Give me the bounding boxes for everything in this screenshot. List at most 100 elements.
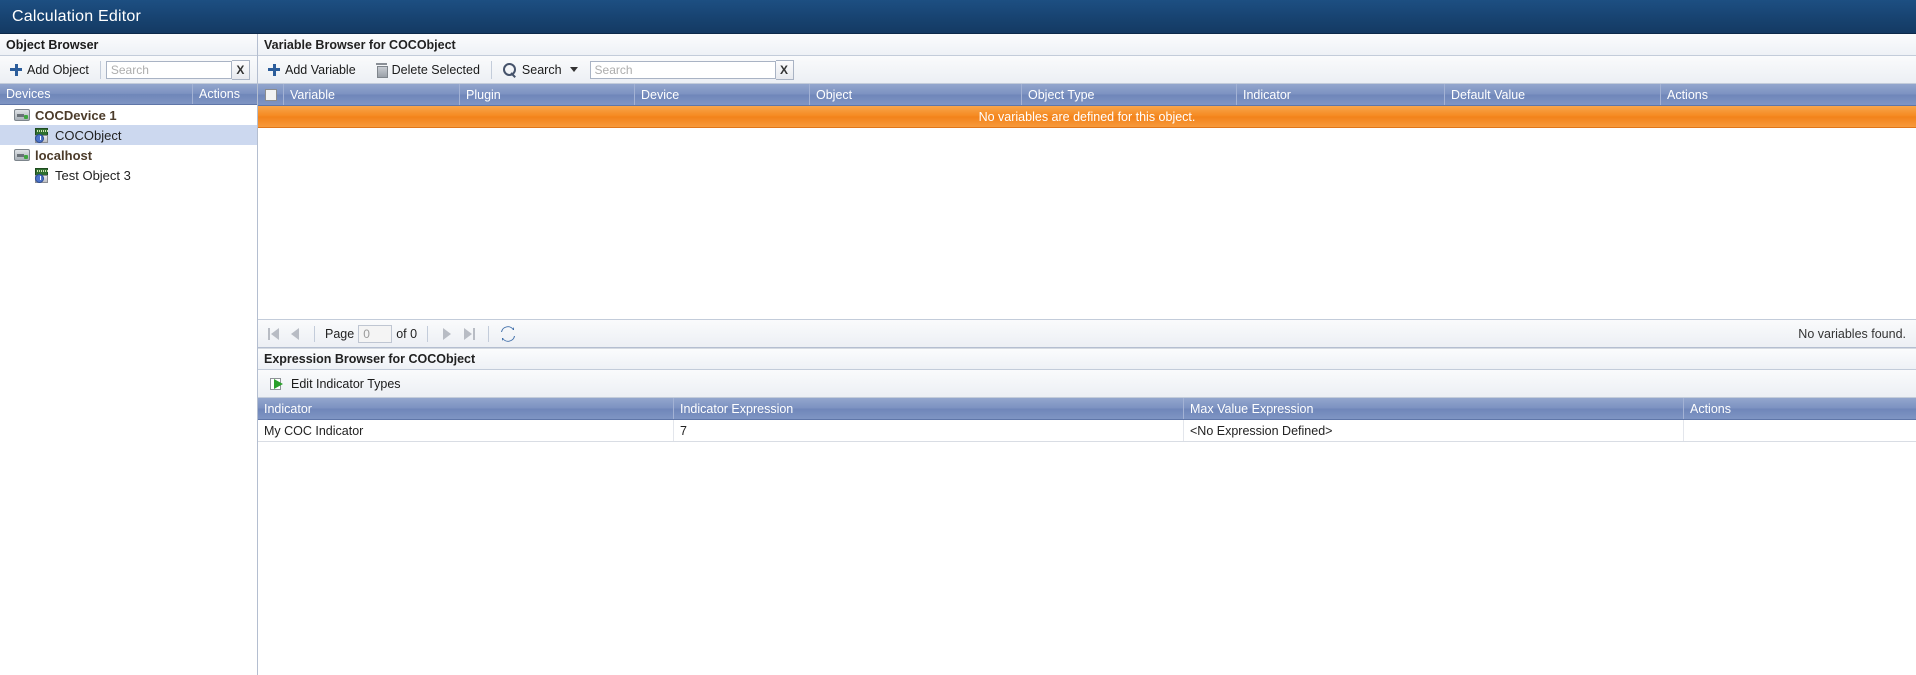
add-object-button[interactable]: Add Object — [4, 61, 95, 79]
tree-item-label: COCDevice 1 — [35, 107, 117, 123]
add-variable-label: Add Variable — [285, 62, 356, 77]
column-header-device[interactable]: Device — [635, 84, 810, 105]
column-header-variable[interactable]: Variable — [284, 84, 460, 105]
window-titlebar: Calculation Editor — [0, 0, 1916, 34]
pager-separator — [427, 325, 429, 342]
variable-search-input[interactable] — [589, 60, 776, 79]
tree-item-cocobject[interactable]: COCObject — [0, 125, 257, 145]
add-variable-button[interactable]: Add Variable — [262, 61, 362, 79]
tree-item-label: localhost — [35, 147, 93, 163]
column-header-object[interactable]: Object — [810, 84, 1022, 105]
main-content: Object Browser Add Object X Devices Acti… — [0, 34, 1916, 675]
column-header-max-value-expression[interactable]: Max Value Expression — [1184, 398, 1684, 419]
tree-item-cocdevice-1[interactable]: COCDevice 1 — [0, 105, 257, 125]
window-title: Calculation Editor — [12, 7, 141, 25]
refresh-button[interactable] — [499, 325, 517, 343]
next-page-icon — [443, 327, 452, 340]
checkbox-icon[interactable] — [264, 88, 277, 101]
column-header-plugin[interactable]: Plugin — [460, 84, 635, 105]
right-panel: Variable Browser for COCObject Add Varia… — [258, 34, 1916, 675]
last-page-button[interactable] — [460, 325, 478, 343]
plus-icon — [10, 63, 22, 76]
column-header-object-type[interactable]: Object Type — [1022, 84, 1237, 105]
plus-icon — [268, 63, 280, 76]
last-page-icon — [463, 327, 472, 340]
search-icon — [502, 62, 517, 77]
select-all-header[interactable] — [258, 84, 284, 105]
tree-item-localhost[interactable]: localhost — [0, 145, 257, 165]
device-tree: COCDevice 1 COCObject localhost Test Obj… — [0, 105, 257, 675]
cell-indicator-expression: 7 — [674, 420, 1184, 441]
expression-table-header: Indicator Indicator Expression Max Value… — [258, 398, 1916, 420]
delete-selected-label: Delete Selected — [391, 62, 480, 77]
column-header-indicator-expression[interactable]: Indicator Expression — [674, 398, 1184, 419]
object-browser-title: Object Browser — [6, 37, 99, 52]
device-icon — [14, 109, 30, 121]
chevron-down-icon — [569, 67, 578, 72]
variable-browser-panel: Variable Browser for COCObject Add Varia… — [258, 34, 1916, 348]
object-search-clear-button[interactable]: X — [231, 59, 250, 80]
no-variables-banner: No variables are defined for this object… — [258, 106, 1916, 128]
expression-browser-panel: Expression Browser for COCObject Edit In… — [258, 348, 1916, 675]
variable-search-group: X — [589, 59, 794, 80]
pager-separator — [488, 325, 490, 342]
tree-item-test-object-3[interactable]: Test Object 3 — [0, 165, 257, 185]
column-header-actions[interactable]: Actions — [1684, 398, 1916, 419]
search-dropdown-label: Search — [521, 62, 562, 77]
next-page-button[interactable] — [438, 325, 456, 343]
pager-status: No variables found. — [1798, 326, 1906, 341]
cell-indicator: My COC Indicator — [258, 420, 674, 441]
expression-browser-title: Expression Browser for COCObject — [264, 352, 476, 366]
object-search-input[interactable] — [105, 60, 232, 79]
object-browser-header: Object Browser — [0, 34, 257, 56]
device-icon — [14, 149, 30, 161]
tree-item-label: COCObject — [55, 127, 122, 143]
toolbar-separator — [99, 60, 101, 79]
variable-table-body — [258, 128, 1916, 319]
first-page-icon — [270, 327, 279, 340]
variable-table-header: Variable Plugin Device Object Object Typ… — [258, 84, 1916, 106]
cell-max-value-expression: <No Expression Defined> — [1184, 420, 1684, 441]
object-search-group: X — [105, 59, 250, 80]
variable-search-clear-button[interactable]: X — [775, 59, 794, 80]
toolbar-separator — [490, 60, 492, 79]
expression-table-body: My COC Indicator 7 <No Expression Define… — [258, 420, 1916, 675]
refresh-icon — [501, 325, 516, 342]
delete-selected-button[interactable]: Delete Selected — [370, 61, 486, 79]
pager-separator — [314, 325, 315, 342]
trash-icon — [375, 63, 388, 78]
edit-indicator-types-icon — [270, 377, 286, 391]
cell-actions[interactable] — [1684, 420, 1916, 441]
table-row[interactable]: My COC Indicator 7 <No Expression Define… — [258, 420, 1916, 442]
object-icon — [34, 127, 50, 143]
expression-browser-toolbar: Edit Indicator Types — [258, 370, 1916, 398]
column-header-default-value[interactable]: Default Value — [1445, 84, 1661, 105]
object-browser-toolbar: Add Object X — [0, 56, 257, 84]
object-browser-panel: Object Browser Add Object X Devices Acti… — [0, 34, 258, 675]
tree-item-label: Test Object 3 — [55, 167, 131, 183]
object-grid-header: Devices Actions — [0, 84, 257, 105]
column-header-devices[interactable]: Devices — [0, 84, 193, 104]
column-header-indicator[interactable]: Indicator — [1237, 84, 1445, 105]
column-header-actions[interactable]: Actions — [1661, 84, 1916, 105]
previous-page-button[interactable] — [286, 325, 304, 343]
page-total-label: of 0 — [396, 326, 418, 341]
pager-controls: Page of 0 — [264, 324, 517, 343]
page-number-input[interactable] — [358, 324, 393, 343]
edit-indicator-types-label: Edit Indicator Types — [291, 376, 401, 391]
edit-indicator-types-button[interactable]: Edit Indicator Types — [264, 375, 407, 393]
first-page-button[interactable] — [264, 325, 282, 343]
previous-page-icon — [291, 327, 299, 340]
column-header-actions[interactable]: Actions — [193, 84, 257, 104]
variable-browser-header: Variable Browser for COCObject — [258, 34, 1916, 56]
variable-browser-title: Variable Browser for COCObject — [264, 37, 456, 52]
search-dropdown-button[interactable]: Search — [497, 61, 584, 79]
variable-browser-toolbar: Add Variable Delete Selected Search X — [258, 56, 1916, 84]
page-label: Page — [325, 326, 355, 341]
add-object-label: Add Object — [27, 62, 89, 77]
variable-pager: Page of 0 — [258, 319, 1916, 347]
column-header-indicator[interactable]: Indicator — [258, 398, 674, 419]
object-icon — [34, 167, 50, 183]
no-variables-message: No variables are defined for this object… — [978, 109, 1196, 124]
expression-browser-header: Expression Browser for COCObject — [258, 348, 1916, 370]
